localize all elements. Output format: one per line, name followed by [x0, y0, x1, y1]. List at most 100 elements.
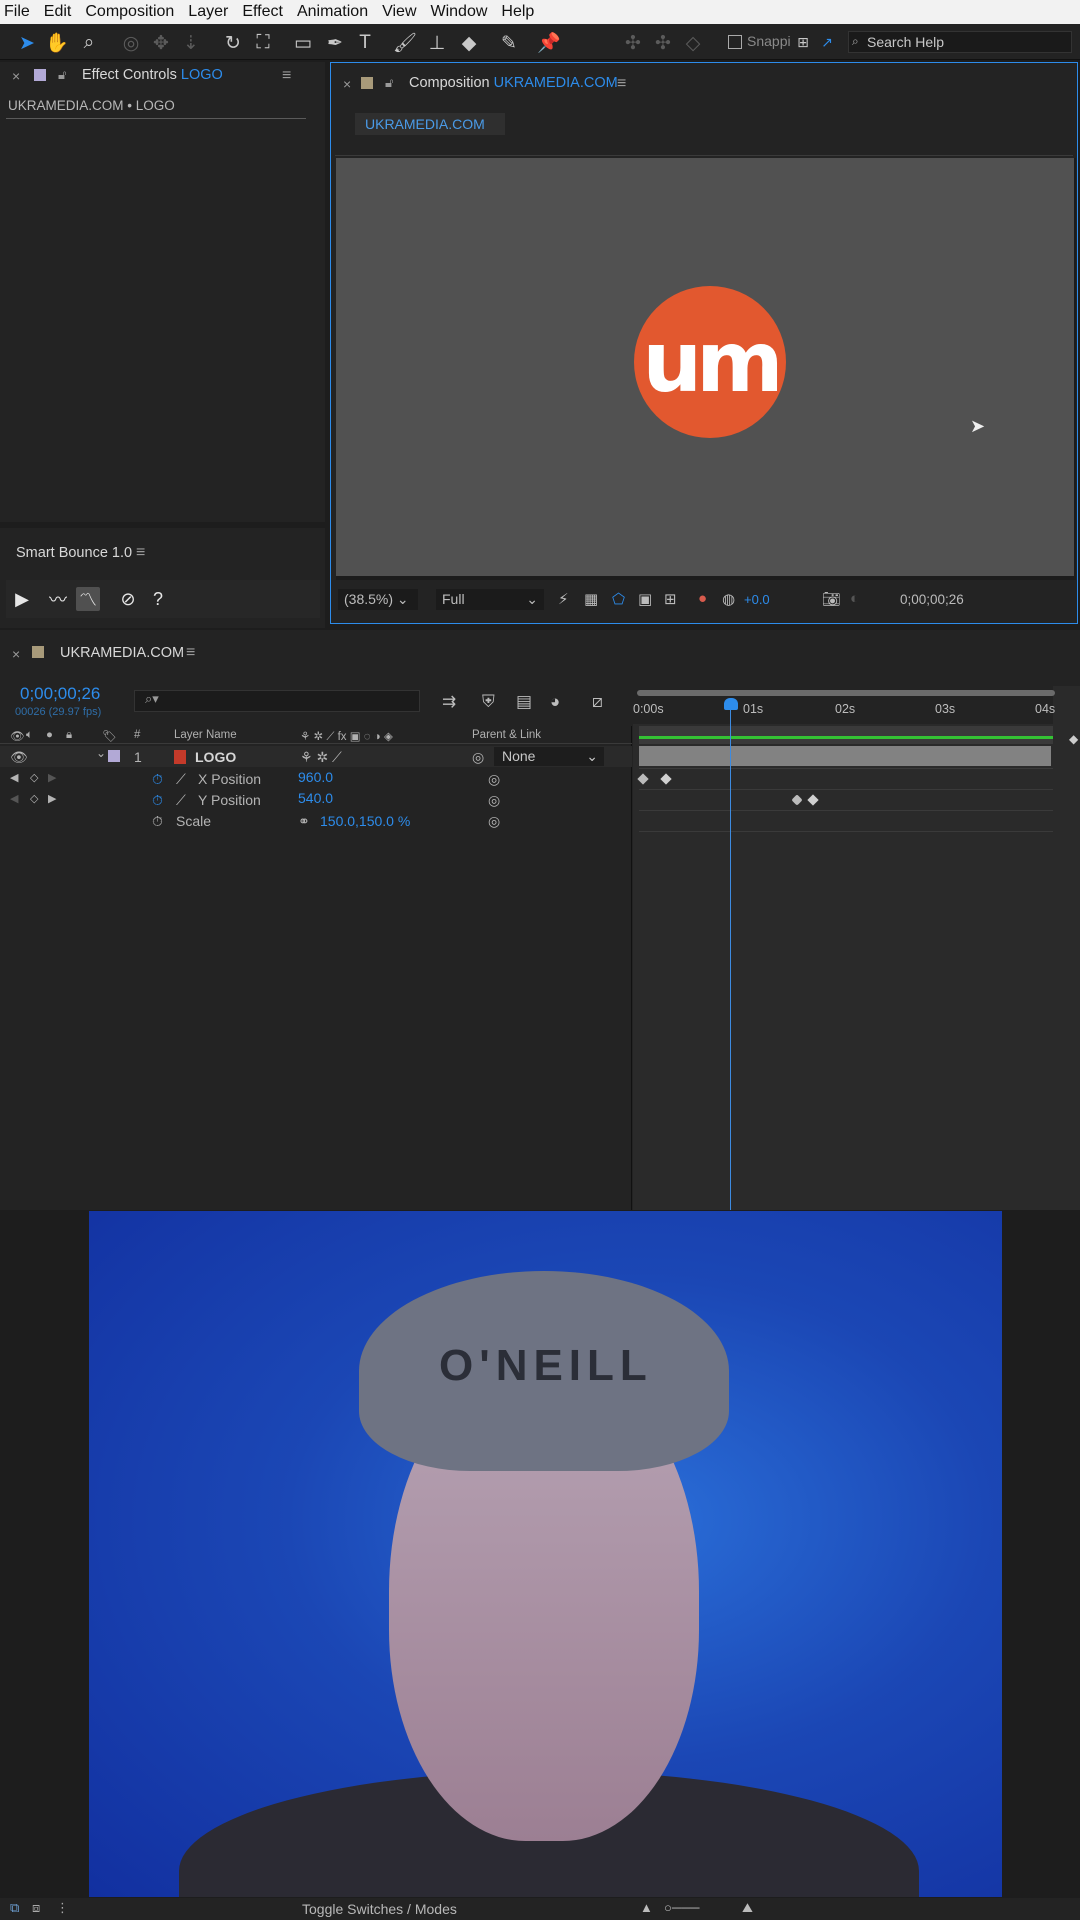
zoom-slider[interactable]: ○─── [664, 1900, 699, 1915]
show-snapshot-icon[interactable]: ◐ [850, 590, 859, 607]
layer-duration-bar[interactable] [639, 746, 1051, 766]
solo-switch-icon[interactable]: ● [46, 729, 53, 741]
effect-controls-layer-name[interactable]: LOGO [181, 67, 223, 83]
view-axis-icon[interactable]: ◇ [680, 30, 706, 56]
composition-title-name[interactable]: UKRAMEDIA.COM [494, 75, 618, 91]
fast-previews-icon[interactable]: ⚡ [558, 590, 569, 608]
timeline-comp-name[interactable]: UKRAMEDIA.COM [60, 645, 184, 661]
help-button[interactable]: ? [146, 587, 170, 611]
close-icon[interactable]: × [12, 68, 20, 84]
collapse-chevron-icon[interactable]: ⌄ [96, 746, 106, 760]
stopwatch-icon[interactable]: ⏱ [152, 771, 163, 788]
pickwhip-icon[interactable]: ◎ [488, 813, 500, 830]
ukramedia-logo[interactable]: um [634, 286, 786, 438]
current-time-indicator-handle[interactable] [724, 698, 738, 710]
comp-timecode[interactable]: 0;00;00;26 [900, 592, 964, 607]
close-icon[interactable]: × [343, 76, 351, 92]
composition-flowchart-icon[interactable]: ⇉ [442, 692, 456, 712]
menu-layer[interactable]: Layer [181, 3, 235, 21]
graph-icon[interactable]: ⟋ [176, 771, 186, 788]
transfer-controls-toggle-icon[interactable]: ⧈ [32, 1900, 40, 1916]
local-axis-icon[interactable]: ✣ [620, 30, 646, 56]
menu-effect[interactable]: Effect [235, 3, 290, 21]
mask-visibility-icon[interactable]: ⬠ [612, 590, 625, 608]
zoom-in-icon[interactable]: ⛰ [742, 1900, 753, 1916]
frame-blending-icon[interactable]: ◕ [550, 692, 560, 712]
visibility-eye-icon[interactable]: 👁︎ [10, 749, 28, 766]
property-value[interactable]: 960.0 [298, 769, 333, 785]
channels-icon[interactable]: ● [698, 590, 707, 607]
keyframe[interactable] [791, 794, 803, 806]
layer-name-header[interactable]: Layer Name [174, 729, 237, 741]
audio-switch-icon[interactable]: 🔈︎ [26, 729, 33, 742]
close-icon[interactable]: × [12, 646, 20, 662]
video-switch-icon[interactable]: 👁︎ [10, 729, 25, 743]
shy-layers-icon[interactable]: ▤ [516, 692, 532, 712]
menu-file[interactable]: File [0, 3, 37, 21]
menu-composition[interactable]: Composition [78, 3, 181, 21]
type-tool-icon[interactable]: T [352, 30, 378, 56]
pickwhip-icon[interactable]: ◎ [488, 771, 500, 788]
panel-menu-icon[interactable]: ≡ [282, 67, 291, 85]
timeline-search-input[interactable]: ⌕▾ [134, 690, 420, 712]
lock-icon[interactable]: 🔓︎ [385, 75, 393, 91]
layer-range-bar[interactable] [639, 726, 1053, 744]
orbit-tool-icon[interactable]: ◎ [118, 30, 144, 56]
add-keyframe-icon[interactable]: ◇ [30, 792, 38, 805]
property-value[interactable]: 150.0,150.0 % [320, 813, 410, 829]
search-help-input[interactable]: ⌕ Search Help [848, 31, 1072, 53]
dolly-tool-icon[interactable]: ⇣ [178, 30, 204, 56]
property-row[interactable]: ◀ ◇ ▶ ⏱ ⟋ X Position 960.0 ◎ [0, 768, 632, 789]
hand-tool-icon[interactable]: ✋ [44, 30, 70, 56]
graph-icon[interactable]: ⟋ [176, 792, 186, 809]
timeline-timecode[interactable]: 0;00;00;26 [20, 684, 100, 704]
keyframe[interactable] [807, 794, 819, 806]
current-time-indicator[interactable] [730, 700, 731, 1210]
property-row[interactable]: ◀ ◇ ▶ ⏱ ⟋ Y Position 540.0 ◎ [0, 789, 632, 810]
snapshot-icon[interactable]: 📷︎ [822, 590, 841, 608]
color-management-icon[interactable]: ◍ [722, 590, 735, 608]
menu-animation[interactable]: Animation [290, 3, 375, 21]
stopwatch-icon[interactable]: ⏱ [152, 813, 163, 830]
label-column-icon[interactable]: 🏷︎ [102, 729, 117, 743]
composition-canvas[interactable]: um ➤ [336, 158, 1074, 576]
next-keyframe-icon[interactable]: ▶ [48, 792, 56, 805]
menu-edit[interactable]: Edit [37, 3, 79, 21]
anchor-tool-icon[interactable]: ⛶ [250, 30, 276, 56]
property-value[interactable]: 540.0 [298, 790, 333, 806]
work-area-bar[interactable] [637, 690, 1055, 696]
layer-row[interactable]: 👁︎ ⌄ 1 LOGO ⚘ ✲ ⟋ ◎ None ⌄ [0, 746, 632, 767]
layer-switches-icons[interactable]: ⚘ ✲ ⟋ [300, 749, 342, 766]
snapping-checkbox[interactable] [728, 35, 742, 49]
prev-keyframe-icon[interactable]: ◀ [10, 792, 18, 805]
comp-marker-icon[interactable]: ◆ [1069, 732, 1078, 746]
roto-brush-tool-icon[interactable]: ✎ [496, 30, 522, 56]
next-keyframe-icon[interactable]: ▶ [48, 771, 56, 784]
selection-tool-icon[interactable]: ➤ [14, 30, 40, 56]
menu-view[interactable]: View [375, 3, 423, 21]
zoom-out-icon[interactable]: ▲ [640, 1900, 653, 1915]
zoom-dropdown[interactable]: (38.5%) ⌄ [338, 589, 418, 610]
bounce-curve-icon[interactable]: 〰 [46, 587, 70, 611]
rotate-tool-icon[interactable]: ↻ [220, 30, 246, 56]
region-of-interest-icon[interactable]: ▣ [638, 590, 652, 608]
world-axis-icon[interactable]: ✣ [650, 30, 676, 56]
resolution-dropdown[interactable]: Full ⌄ [436, 589, 544, 610]
menu-help[interactable]: Help [494, 3, 541, 21]
keyframe[interactable] [637, 773, 649, 785]
transparency-grid-icon[interactable]: ▦ [584, 590, 598, 608]
prev-keyframe-icon[interactable]: ◀ [10, 771, 18, 784]
clone-stamp-tool-icon[interactable]: ⊥ [424, 30, 450, 56]
lock-column-icon[interactable]: 🔒︎ [66, 729, 72, 742]
bounce-curve-alt-icon[interactable]: 〽 [76, 587, 100, 611]
pan-tool-icon[interactable]: ✥ [148, 30, 174, 56]
in-out-toggle-icon[interactable]: ⋮ [56, 1900, 69, 1916]
eraser-tool-icon[interactable]: ◆ [456, 30, 482, 56]
constrain-link-icon[interactable]: ⚭ [298, 813, 310, 830]
exposure-value[interactable]: +0.0 [744, 592, 770, 607]
brush-tool-icon[interactable]: 🖌 [392, 30, 418, 56]
toggle-switches-modes-button[interactable]: Toggle Switches / Modes [302, 1901, 457, 1917]
add-keyframe-icon[interactable]: ◇ [30, 771, 38, 784]
grid-guides-icon[interactable]: ⊞ [664, 590, 677, 608]
pen-tool-icon[interactable]: ✒ [322, 30, 348, 56]
